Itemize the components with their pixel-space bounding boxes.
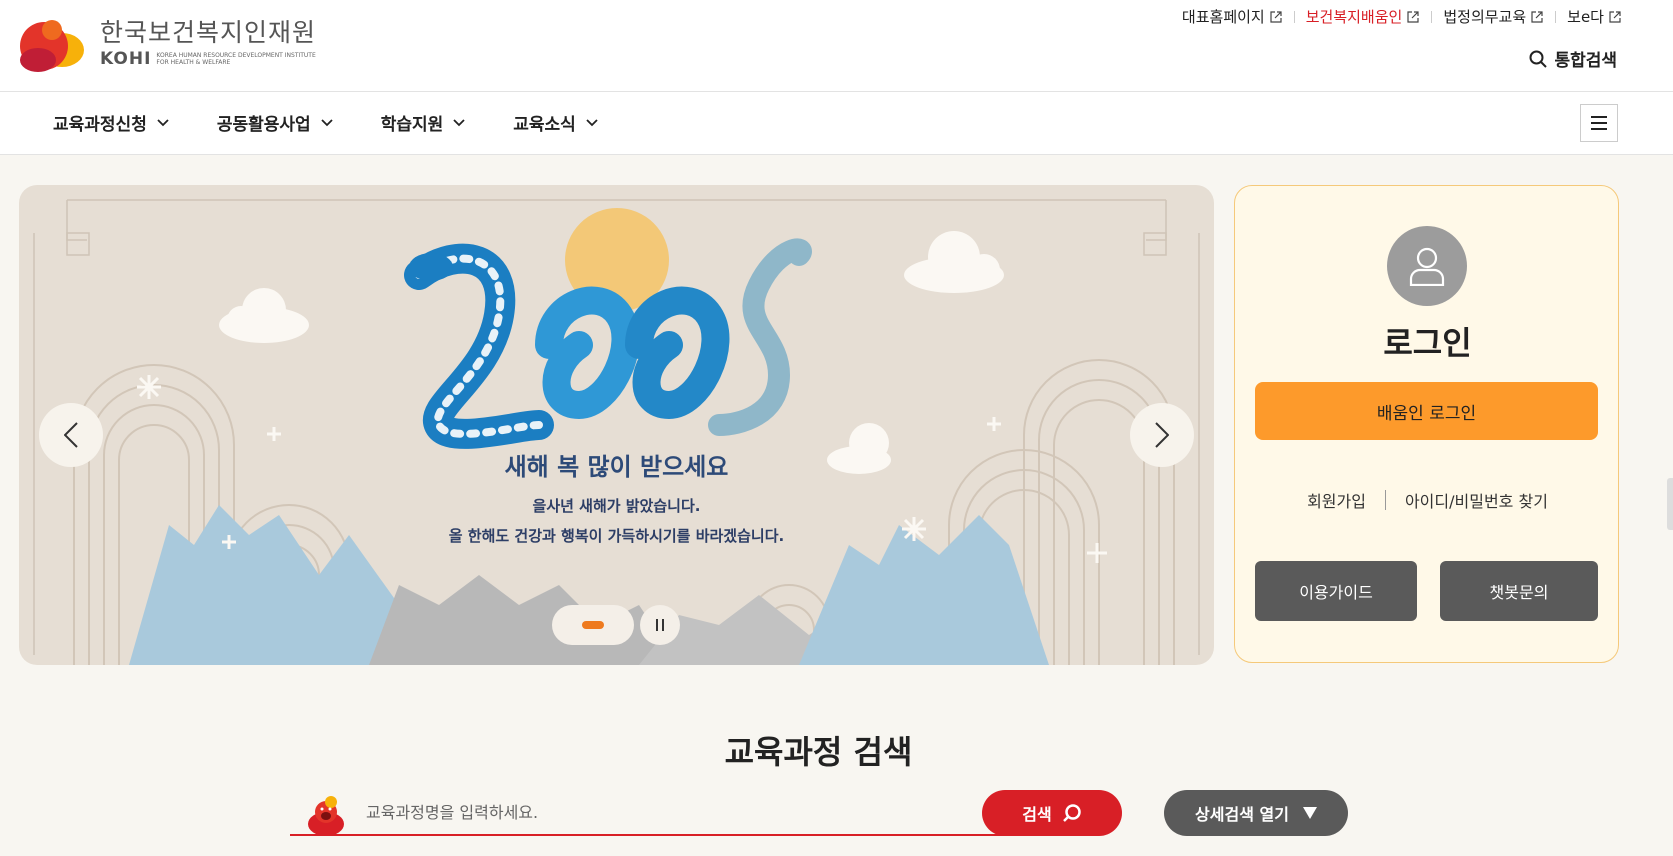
site-logo[interactable]: 한국보건복지인재원 KOHI KOREA HUMAN RESOURCE DEVE… <box>18 16 316 72</box>
nav-item-learning-support[interactable]: 학습지원 <box>381 110 466 135</box>
unified-search-button[interactable]: 통합검색 <box>1529 46 1617 71</box>
nav-item-joint-projects[interactable]: 공동활용사업 <box>217 110 333 135</box>
org-name-kr: 한국보건복지인재원 <box>100 18 317 47</box>
org-name-en: KOREA HUMAN RESOURCE DEVELOPMENT INSTITU… <box>156 52 316 66</box>
hamburger-icon <box>1591 116 1607 130</box>
external-link-icon <box>1531 10 1543 23</box>
caret-down-icon <box>1302 807 1317 819</box>
pause-icon <box>656 619 664 631</box>
util-link-boeda[interactable]: 보e다 <box>1555 6 1633 27</box>
search-icon <box>1529 50 1548 68</box>
chatbot-button[interactable]: 챗봇문의 <box>1440 561 1598 621</box>
new-year-illustration <box>33 199 1200 665</box>
login-panel: 로그인 배움인 로그인 회원가입 아이디/비밀번호 찾기 이용가이드 챗봇문의 <box>1234 185 1619 663</box>
all-menu-button[interactable] <box>1580 104 1618 142</box>
util-link-main-homepage[interactable]: 대표홈페이지 <box>1170 6 1294 27</box>
external-link-icon <box>1609 10 1621 23</box>
chevron-down-icon <box>453 118 465 126</box>
course-search-bar <box>290 790 1010 836</box>
nav-item-education-news[interactable]: 교육소식 <box>513 110 598 135</box>
course-search-title: 교육과정 검색 <box>724 733 913 771</box>
chevron-down-icon <box>321 118 333 126</box>
banner-message-2: 올 한해도 건강과 행복이 가득하시기를 바라겠습니다. <box>448 527 785 545</box>
mascot-icon <box>308 796 344 836</box>
banner-next-button[interactable] <box>1130 403 1194 467</box>
find-account-link[interactable]: 아이디/비밀번호 찾기 <box>1405 488 1548 512</box>
chevron-left-icon <box>64 422 78 448</box>
course-search-input[interactable] <box>366 790 966 834</box>
external-link-icon <box>1407 10 1419 23</box>
side-scroll-handle[interactable] <box>1667 478 1673 530</box>
banner-pause-button[interactable] <box>640 605 680 645</box>
site-header: 한국보건복지인재원 KOHI KOREA HUMAN RESOURCE DEVE… <box>0 0 1673 92</box>
search-icon <box>1062 804 1081 822</box>
user-icon <box>1409 247 1445 286</box>
util-link-mandatory-education[interactable]: 법정의무교육 <box>1431 6 1555 27</box>
signup-link[interactable]: 회원가입 <box>1307 488 1366 512</box>
utility-links: 대표홈페이지 보건복지배움인 법정의무교육 보e다 <box>1170 6 1633 27</box>
divider <box>1384 490 1386 510</box>
org-name-short: KOHI <box>100 49 152 69</box>
external-link-icon <box>1270 10 1282 23</box>
main-nav: 교육과정신청 공동활용사업 학습지원 교육소식 <box>0 92 1673 155</box>
login-title: 로그인 <box>1383 324 1472 362</box>
nav-item-course-application[interactable]: 교육과정신청 <box>53 110 169 135</box>
banner-message-1: 을사년 새해가 밝았습니다. <box>532 497 701 515</box>
banner-pagination[interactable] <box>552 605 634 645</box>
avatar <box>1387 226 1467 306</box>
main-banner: 새해 복 많이 받으세요 을사년 새해가 밝았습니다. 올 한해도 건강과 행복… <box>19 185 1214 665</box>
util-link-baeumin[interactable]: 보건복지배움인 <box>1293 6 1432 27</box>
pagination-active-dot[interactable] <box>582 621 604 629</box>
chevron-down-icon <box>586 118 598 126</box>
chevron-down-icon <box>157 118 169 126</box>
user-guide-button[interactable]: 이용가이드 <box>1255 561 1417 621</box>
banner-prev-button[interactable] <box>39 403 103 467</box>
banner-title: 새해 복 많이 받으세요 <box>504 453 729 481</box>
baeumin-login-button[interactable]: 배움인 로그인 <box>1255 382 1598 440</box>
course-search-button[interactable]: 검색 <box>982 790 1122 836</box>
chevron-right-icon <box>1155 422 1169 448</box>
kohi-logo-icon <box>20 20 84 72</box>
detail-search-toggle-button[interactable]: 상세검색 열기 <box>1164 790 1348 836</box>
